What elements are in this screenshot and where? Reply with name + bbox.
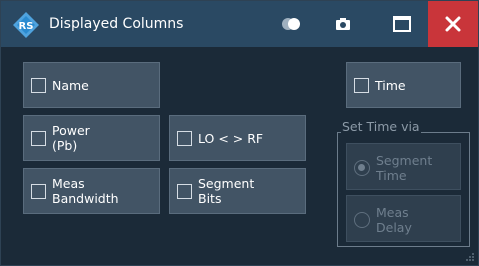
meas-delay-label: Meas Delay [376,205,412,235]
meas-delay-radio[interactable]: Meas Delay [346,195,461,242]
toggle-icon[interactable] [276,10,306,38]
lo-rf-column-toggle[interactable]: LO < > RF [169,115,306,161]
time-label: Time [375,78,406,93]
lo-rf-checkbox[interactable] [177,131,192,146]
close-icon [445,16,461,32]
meas-bandwidth-label: Meas Bandwidth [52,176,119,206]
meas-bandwidth-checkbox[interactable] [31,184,46,199]
time-checkbox[interactable] [354,78,369,93]
meas-bandwidth-column-toggle[interactable]: Meas Bandwidth [23,168,160,214]
name-column-toggle[interactable]: Name [23,62,160,108]
resize-grip-icon[interactable] [465,252,475,262]
segment-time-radio[interactable]: Segment Time [346,143,461,190]
rohde-schwarz-logo-icon: RS [13,12,39,38]
time-column-toggle[interactable]: Time [346,62,461,108]
segment-time-label: Segment Time [376,153,433,183]
svg-text:RS: RS [19,21,34,32]
name-checkbox[interactable] [31,78,46,93]
name-label: Name [52,78,89,93]
displayed-columns-dialog: RS Displayed Columns Name Power (Pb) LO … [0,0,479,266]
segment-time-radio-indicator [354,160,370,176]
segment-bits-label: Segment Bits [198,176,255,206]
meas-delay-radio-indicator [354,212,370,228]
title-bar[interactable]: RS Displayed Columns [1,1,478,47]
segment-bits-column-toggle[interactable]: Segment Bits [169,168,306,214]
dialog-title: Displayed Columns [49,16,184,32]
power-column-toggle[interactable]: Power (Pb) [23,115,160,161]
lo-rf-label: LO < > RF [198,131,264,146]
power-checkbox[interactable] [31,131,46,146]
camera-icon[interactable] [328,10,358,38]
segment-bits-checkbox[interactable] [177,184,192,199]
set-time-via-label: Set Time via [341,119,421,134]
power-label: Power (Pb) [52,123,90,153]
close-button[interactable] [428,1,478,47]
maximize-icon[interactable] [387,10,417,38]
